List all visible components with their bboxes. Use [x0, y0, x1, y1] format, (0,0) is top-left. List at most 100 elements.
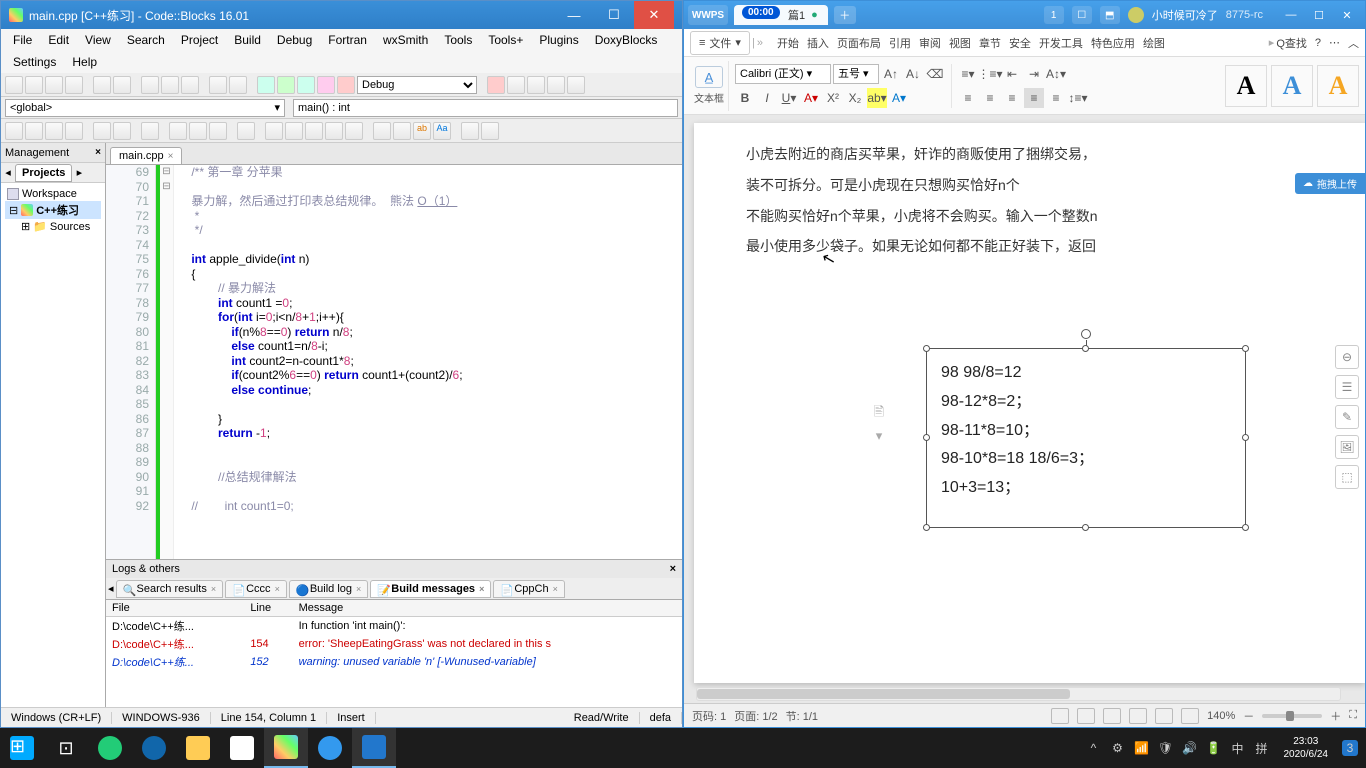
subscript-icon[interactable]: X₂	[845, 88, 865, 108]
ie-taskbar-icon[interactable]	[88, 728, 132, 768]
build-target-select[interactable]: Debug	[357, 76, 477, 94]
tool-icon-3[interactable]	[45, 122, 63, 140]
tray-expand-icon[interactable]: ^	[1086, 740, 1102, 756]
menu-fortran[interactable]: Fortran	[320, 31, 375, 49]
text-style-1[interactable]: A	[1225, 65, 1267, 107]
document-page[interactable]: 小虎去附近的商店买苹果，奸诈的商贩使用了捆绑交易，装不可拆分。可是小虎现在只想购…	[694, 123, 1365, 683]
clear-format-icon[interactable]: ⌫	[925, 64, 945, 84]
tray-settings-icon[interactable]: ⚙	[1110, 740, 1126, 756]
log-row[interactable]: D:\code\C++练...In function 'int main()':	[106, 617, 682, 636]
numbering-icon[interactable]: ⋮≡▾	[980, 64, 1000, 84]
ribbon-tab-10[interactable]: 绘图	[1141, 33, 1167, 53]
resize-handle-n[interactable]	[1082, 345, 1089, 352]
side-tool-layout[interactable]: ☰	[1335, 375, 1359, 399]
resize-handle-se[interactable]	[1242, 524, 1249, 531]
log-tab-cccc[interactable]: 📄Cccc×	[225, 580, 287, 598]
copy-icon[interactable]	[161, 76, 179, 94]
editor-tab-main[interactable]: main.cpp×	[110, 147, 182, 164]
textbox-content[interactable]: 98 98/8=12 98-12*8=2； 98-11*8=10；98-10*8…	[927, 349, 1245, 513]
misc-icon-2[interactable]	[285, 122, 303, 140]
log-tab-cppch[interactable]: 📄CppCh×	[493, 580, 565, 598]
resize-handle-w[interactable]	[923, 434, 930, 441]
file-menu[interactable]: ≡ 文件 ▾	[690, 31, 750, 55]
close-logs-icon[interactable]: ×	[670, 563, 676, 575]
maximize-button[interactable]: ☐	[594, 1, 634, 29]
wps-close[interactable]: ✕	[1333, 3, 1361, 27]
tray-network-icon[interactable]: 📶	[1134, 740, 1150, 756]
highlight-icon[interactable]: ab	[413, 122, 431, 140]
log-row[interactable]: D:\code\C++练...152warning: unused variab…	[106, 653, 682, 671]
cut-icon[interactable]	[141, 76, 159, 94]
log-row[interactable]: D:\code\C++练...154error: 'SheepEatingGra…	[106, 635, 682, 653]
textbox-shape[interactable]: 98 98/8=12 98-12*8=2； 98-11*8=10；98-10*8…	[926, 348, 1246, 528]
paragraph[interactable]: 小虎去附近的商店买苹果，奸诈的商贩使用了捆绑交易，	[718, 139, 1341, 170]
close-tab-icon[interactable]: ×	[168, 151, 174, 162]
notification-badge[interactable]: 3	[1342, 740, 1358, 756]
debug-step-over-icon[interactable]	[527, 76, 545, 94]
new-file-icon[interactable]	[5, 76, 23, 94]
edge-taskbar-icon[interactable]	[132, 728, 176, 768]
menu-help[interactable]: Help	[64, 53, 105, 71]
misc-icon-7[interactable]	[393, 122, 411, 140]
menu-view[interactable]: View	[77, 31, 119, 49]
build-run-icon[interactable]	[297, 76, 315, 94]
save-all-icon[interactable]	[65, 76, 83, 94]
codeblocks-taskbar-icon[interactable]	[264, 728, 308, 768]
cloud-taskbar-icon[interactable]	[308, 728, 352, 768]
bold-icon[interactable]: B	[735, 88, 755, 108]
close-button[interactable]: ✕	[634, 1, 674, 29]
open-file-icon[interactable]	[25, 76, 43, 94]
tray-power-icon[interactable]: 🔋	[1206, 740, 1222, 756]
text-direction-icon[interactable]: A↕▾	[1046, 64, 1066, 84]
menu-project[interactable]: Project	[173, 31, 226, 49]
align-center-icon[interactable]: ≡	[980, 88, 1000, 108]
misc-icon-6[interactable]	[373, 122, 391, 140]
ribbon-tab-4[interactable]: 审阅	[917, 33, 943, 53]
view-outline-icon[interactable]	[1051, 708, 1069, 724]
nav-back-icon[interactable]	[169, 122, 187, 140]
task-view-button[interactable]: ⊡	[44, 728, 88, 768]
view-read-icon[interactable]	[1129, 708, 1147, 724]
align-left-icon[interactable]: ≡	[958, 88, 978, 108]
more-font-icon[interactable]: A▾	[889, 88, 909, 108]
view-web-icon[interactable]	[1103, 708, 1121, 724]
log-tab-build-messages[interactable]: 📝Build messages×	[370, 580, 491, 598]
resize-handle-sw[interactable]	[923, 524, 930, 531]
misc-icon-5[interactable]	[345, 122, 363, 140]
text-style-3[interactable]: A	[1317, 65, 1359, 107]
bookmark-icon[interactable]	[237, 122, 255, 140]
log-col-file[interactable]: File	[106, 600, 244, 617]
layout-option-dropdown[interactable]: ▾	[870, 427, 888, 445]
document-area[interactable]: 小虎去附近的商店买苹果，奸诈的商贩使用了捆绑交易，装不可拆分。可是小虎现在只想购…	[684, 115, 1365, 703]
redo-icon[interactable]	[113, 76, 131, 94]
windows-taskbar[interactable]: ⊞ ⊡ ^ ⚙ 📶 🛡 🔊 🔋 中 拼 23:032020/6/24 3	[0, 728, 1366, 768]
menu-wxsmith[interactable]: wxSmith	[375, 31, 436, 49]
replace-icon[interactable]	[229, 76, 247, 94]
menu-plugins[interactable]: Plugins	[531, 31, 586, 49]
wps-titlebar[interactable]: W WPS 00:00 篇1 ● ＋ 1 ☐ ⬒ 小时候可冷了 8775-rc …	[684, 1, 1365, 29]
misc-icon-3[interactable]	[305, 122, 323, 140]
log-tab-search-results[interactable]: 🔍Search results×	[116, 580, 224, 598]
tool-icon-6[interactable]	[113, 122, 131, 140]
ribbon-tab-5[interactable]: 视图	[947, 33, 973, 53]
explorer-taskbar-icon[interactable]	[176, 728, 220, 768]
misc-icon-4[interactable]	[325, 122, 343, 140]
side-tool-stack[interactable]: ⬚	[1335, 465, 1359, 489]
tab-left-arrow[interactable]: ◂	[1, 166, 15, 179]
run-icon[interactable]	[277, 76, 295, 94]
outdent-icon[interactable]: ⇤	[1002, 64, 1022, 84]
tool-icon-7[interactable]	[141, 122, 159, 140]
italic-icon[interactable]: I	[757, 88, 777, 108]
side-tool-media[interactable]: 🖼	[1335, 435, 1359, 459]
close-panel-icon[interactable]: ×	[95, 147, 101, 158]
ribbon-tab-9[interactable]: 特色应用	[1089, 33, 1137, 53]
rotate-handle[interactable]	[1081, 329, 1091, 339]
tray-sound-icon[interactable]: 🔊	[1182, 740, 1198, 756]
user-avatar[interactable]	[1128, 7, 1144, 23]
debug-step-out-icon[interactable]	[547, 76, 565, 94]
help-icon[interactable]: ?	[1315, 37, 1321, 49]
abort-icon[interactable]	[337, 76, 355, 94]
workspace-node[interactable]: Workspace	[22, 188, 77, 200]
tab-right-arrow[interactable]: ▸	[72, 166, 86, 179]
paragraph[interactable]: 最小使用多少袋子。如果无论如何都不能正好装下，返回	[718, 231, 1341, 262]
